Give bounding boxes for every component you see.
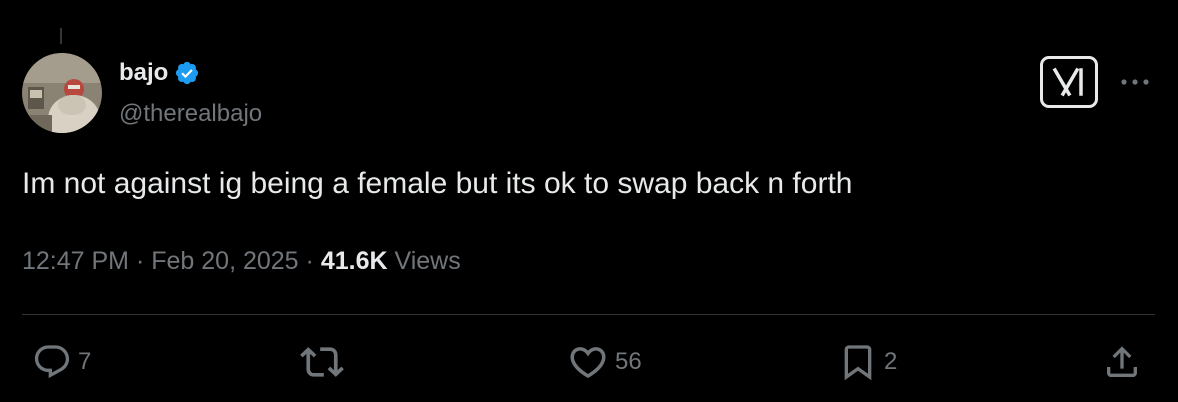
- views-label[interactable]: Views: [395, 247, 461, 275]
- like-count: 56: [615, 348, 642, 375]
- bookmark-icon: [844, 345, 872, 381]
- profile-photo-icon: [22, 53, 102, 133]
- share-button[interactable]: [1102, 342, 1142, 382]
- divider: [22, 314, 1155, 315]
- display-name[interactable]: bajo: [119, 59, 168, 87]
- tweet-date[interactable]: Feb 20, 2025: [151, 247, 298, 275]
- repost-icon: [300, 347, 344, 377]
- meta-separator: ·: [135, 247, 145, 275]
- author-name-row[interactable]: bajo: [119, 58, 200, 88]
- thread-connector-line: [60, 28, 62, 44]
- verified-badge-icon: [176, 61, 199, 85]
- reply-icon: [34, 345, 70, 379]
- user-handle[interactable]: @therealbajo: [119, 100, 262, 128]
- bookmark-button[interactable]: 2: [838, 342, 897, 382]
- repost-button[interactable]: [300, 342, 350, 382]
- more-dots-icon[interactable]: [1118, 72, 1152, 92]
- grok-icon: [1052, 67, 1083, 97]
- share-icon: [1107, 346, 1137, 377]
- tweet-text: Im not against ig being a female but its…: [22, 167, 853, 200]
- heart-icon: [570, 347, 606, 379]
- like-button[interactable]: 56: [567, 342, 642, 382]
- views-count[interactable]: 41.6K: [321, 247, 388, 275]
- reply-button[interactable]: 7: [32, 342, 91, 382]
- reply-count: 7: [78, 348, 92, 375]
- tweet-time[interactable]: 12:47 PM: [22, 247, 129, 275]
- grok-button[interactable]: [1040, 56, 1098, 108]
- meta-separator: ·: [305, 247, 314, 275]
- tweet-meta: 12:47 PM · Feb 20, 2025 · 41.6K Views: [22, 247, 461, 276]
- bookmark-count: 2: [884, 348, 898, 375]
- avatar[interactable]: [22, 53, 102, 133]
